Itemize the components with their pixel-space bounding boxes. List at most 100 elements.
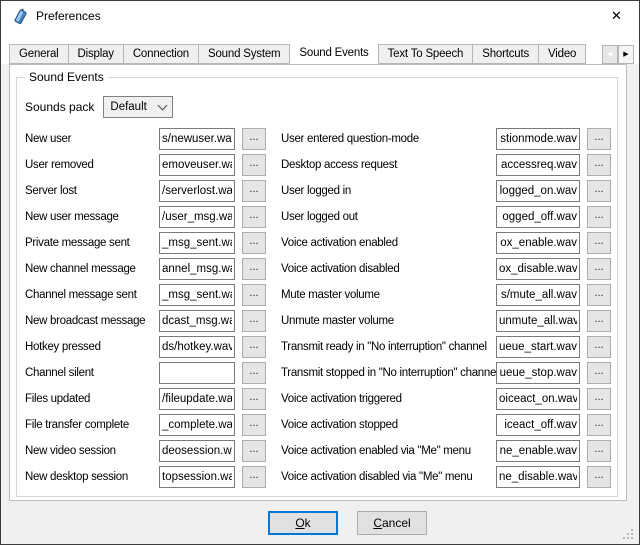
- sound-event-label: New broadcast message: [25, 315, 159, 327]
- browse-button[interactable]: ...: [242, 362, 266, 384]
- tab-video[interactable]: Video: [538, 44, 586, 64]
- tab-connection[interactable]: Connection: [123, 44, 199, 64]
- sound-file-input[interactable]: [159, 258, 235, 280]
- sound-file-input[interactable]: [496, 336, 580, 358]
- sound-event-row: New broadcast message ...: [25, 308, 281, 334]
- browse-button[interactable]: ...: [242, 154, 266, 176]
- browse-button[interactable]: ...: [587, 154, 611, 176]
- sound-event-row: New channel message ...: [25, 256, 281, 282]
- sound-file-input[interactable]: [159, 414, 235, 436]
- browse-button[interactable]: ...: [587, 414, 611, 436]
- sounds-pack-select[interactable]: Default: [103, 96, 173, 118]
- tab-scroll-left-icon[interactable]: ◀: [602, 45, 618, 64]
- resize-grip[interactable]: [621, 527, 623, 529]
- sound-file-input[interactable]: [496, 466, 580, 488]
- ok-button[interactable]: Ok: [268, 511, 338, 535]
- browse-button[interactable]: ...: [587, 466, 611, 488]
- browse-button[interactable]: ...: [242, 128, 266, 150]
- browse-button[interactable]: ...: [587, 128, 611, 150]
- sound-event-label: User entered question-mode: [281, 133, 496, 145]
- browse-button[interactable]: ...: [242, 388, 266, 410]
- sound-event-row: Hotkey pressed ...: [25, 334, 281, 360]
- browse-button[interactable]: ...: [242, 232, 266, 254]
- sound-event-label: Channel message sent: [25, 289, 159, 301]
- sound-file-input[interactable]: [159, 284, 235, 306]
- browse-button[interactable]: ...: [587, 388, 611, 410]
- sound-file-input[interactable]: [496, 414, 580, 436]
- sound-file-input[interactable]: [159, 180, 235, 202]
- browse-button[interactable]: ...: [242, 414, 266, 436]
- browse-button[interactable]: ...: [587, 310, 611, 332]
- sound-file-input[interactable]: [496, 128, 580, 150]
- sound-event-label: Voice activation disabled: [281, 263, 496, 275]
- browse-button[interactable]: ...: [587, 232, 611, 254]
- browse-button[interactable]: ...: [587, 206, 611, 228]
- window-title: Preferences: [36, 9, 101, 23]
- sound-event-row: Transmit stopped in "No interruption" ch…: [281, 360, 613, 386]
- sound-file-input[interactable]: [159, 206, 235, 228]
- browse-button[interactable]: ...: [587, 180, 611, 202]
- sound-file-input[interactable]: [159, 128, 235, 150]
- tab-sound-events[interactable]: Sound Events: [289, 44, 378, 64]
- sound-file-input[interactable]: [496, 154, 580, 176]
- sound-file-input[interactable]: [496, 284, 580, 306]
- sound-event-label: New desktop session: [25, 471, 159, 483]
- close-icon[interactable]: ✕: [594, 1, 639, 30]
- sound-event-row: Unmute master volume ...: [281, 308, 613, 334]
- sound-events-groupbox: Sound Events Sounds pack Default New use…: [16, 77, 618, 497]
- sound-events-tab-page: Sound Events Sounds pack Default New use…: [9, 64, 627, 501]
- browse-button[interactable]: ...: [587, 284, 611, 306]
- sound-event-row: Server lost ...: [25, 178, 281, 204]
- browse-button[interactable]: ...: [242, 466, 266, 488]
- sound-file-input[interactable]: [496, 180, 580, 202]
- sound-event-label: User logged out: [281, 211, 496, 223]
- sound-file-input[interactable]: [159, 310, 235, 332]
- sound-file-input[interactable]: [496, 258, 580, 280]
- browse-button[interactable]: ...: [242, 284, 266, 306]
- browse-button[interactable]: ...: [242, 258, 266, 280]
- sound-file-input[interactable]: [159, 466, 235, 488]
- browse-button[interactable]: ...: [242, 336, 266, 358]
- preferences-dialog: Preferences ✕ GeneralDisplayConnectionSo…: [0, 0, 640, 545]
- sound-event-row: Voice activation disabled via "Me" menu …: [281, 464, 613, 490]
- sound-file-input[interactable]: [159, 440, 235, 462]
- sound-file-input[interactable]: [159, 154, 235, 176]
- sound-file-input[interactable]: [159, 336, 235, 358]
- sound-file-input[interactable]: [159, 232, 235, 254]
- browse-button[interactable]: ...: [587, 336, 611, 358]
- sound-file-input[interactable]: [496, 206, 580, 228]
- sound-file-input[interactable]: [496, 310, 580, 332]
- browse-button[interactable]: ...: [587, 440, 611, 462]
- sound-file-input[interactable]: [159, 362, 235, 384]
- sound-event-label: Transmit ready in "No interruption" chan…: [281, 341, 496, 353]
- browse-button[interactable]: ...: [242, 440, 266, 462]
- chevron-down-icon: [158, 100, 168, 110]
- cancel-button[interactable]: Cancel: [357, 511, 427, 535]
- sound-event-label: New channel message: [25, 263, 159, 275]
- sound-event-row: User removed ...: [25, 152, 281, 178]
- sound-event-label: Voice activation stopped: [281, 419, 496, 431]
- browse-button[interactable]: ...: [242, 206, 266, 228]
- sound-file-input[interactable]: [496, 362, 580, 384]
- sound-event-label: Private message sent: [25, 237, 159, 249]
- browse-button[interactable]: ...: [587, 362, 611, 384]
- sound-event-label: Mute master volume: [281, 289, 496, 301]
- browse-button[interactable]: ...: [242, 310, 266, 332]
- sound-file-input[interactable]: [159, 388, 235, 410]
- sounds-pack-label: Sounds pack: [25, 100, 94, 114]
- tab-display[interactable]: Display: [68, 44, 124, 64]
- sound-file-input[interactable]: [496, 388, 580, 410]
- sound-file-input[interactable]: [496, 440, 580, 462]
- tab-sound-system[interactable]: Sound System: [198, 44, 290, 64]
- tab-shortcuts[interactable]: Shortcuts: [472, 44, 539, 64]
- browse-button[interactable]: ...: [587, 258, 611, 280]
- sound-event-label: Files updated: [25, 393, 159, 405]
- sound-event-row: New user message ...: [25, 204, 281, 230]
- tab-scroll-right-icon[interactable]: ▶: [618, 45, 634, 64]
- tab-general[interactable]: General: [9, 44, 69, 64]
- sound-file-input[interactable]: [496, 232, 580, 254]
- sound-event-row: Mute master volume ...: [281, 282, 613, 308]
- sound-event-label: Unmute master volume: [281, 315, 496, 327]
- browse-button[interactable]: ...: [242, 180, 266, 202]
- tab-text-to-speech[interactable]: Text To Speech: [378, 44, 474, 64]
